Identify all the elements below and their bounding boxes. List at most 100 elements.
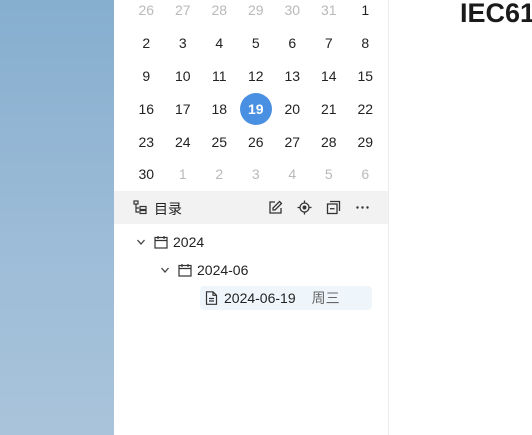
tree-item-file[interactable]: 2024-06-19 周三: [200, 286, 372, 310]
calendar-day[interactable]: 3: [238, 158, 275, 190]
calendar-day-number: 30: [138, 166, 155, 183]
calendar-day[interactable]: 13: [274, 60, 311, 92]
calendar-day[interactable]: 20: [274, 93, 311, 125]
calendar-day[interactable]: 24: [165, 126, 202, 158]
calendar-day[interactable]: 5: [238, 27, 275, 59]
calendar-day-number: 26: [247, 133, 264, 150]
calendar-day-number: 4: [215, 35, 224, 52]
calendar-day[interactable]: 5: [311, 158, 348, 190]
calendar-day[interactable]: 29: [347, 126, 384, 158]
calendar-day[interactable]: 2: [201, 158, 238, 190]
tree-item-month[interactable]: 2024-06: [158, 258, 248, 282]
calendar-day-number: 24: [174, 133, 191, 150]
calendar-day[interactable]: 25: [201, 126, 238, 158]
calendar-day[interactable]: 2: [128, 27, 165, 59]
calendar-week-row: 26 27 28 29 30 31 1: [128, 0, 388, 27]
calendar-week-row: 16 17 18 19 20 21 22: [128, 92, 388, 125]
calendar-day-number: 10: [174, 67, 191, 84]
calendar-day[interactable]: 9: [128, 60, 165, 92]
calendar-day-number: 28: [320, 133, 337, 150]
outline-icon: [132, 199, 149, 216]
calendar-week-row: 30 1 2 3 4 5 6: [128, 158, 388, 191]
calendar-day[interactable]: 6: [347, 158, 384, 190]
calendar-day[interactable]: 1: [165, 158, 202, 190]
calendar-day[interactable]: 8: [347, 27, 384, 59]
calendar-day-number: 9: [142, 67, 151, 84]
calendar-day[interactable]: 7: [311, 27, 348, 59]
calendar-day-number: 13: [284, 67, 301, 84]
calendar-day-number: 6: [361, 166, 370, 183]
edit-icon[interactable]: [267, 199, 284, 216]
calendar-day[interactable]: 12: [238, 60, 275, 92]
calendar-day[interactable]: 29: [238, 0, 275, 26]
calendar-day[interactable]: 18: [201, 93, 238, 125]
calendar-day[interactable]: 14: [311, 60, 348, 92]
calendar-day-number: 4: [288, 166, 297, 183]
calendar-day[interactable]: 31: [311, 0, 348, 26]
calendar-day-number: 6: [288, 35, 297, 52]
calendar-day-number: 21: [320, 100, 337, 117]
calendar-day[interactable]: 27: [165, 0, 202, 26]
calendar-day-number: 3: [251, 166, 260, 183]
calendar-day[interactable]: 17: [165, 93, 202, 125]
calendar-day-number: 1: [178, 166, 187, 183]
chevron-down-icon[interactable]: [134, 235, 148, 249]
calendar-day-number: 19: [239, 92, 272, 125]
calendar-day-number: 22: [357, 100, 374, 117]
calendar-day-number: 11: [211, 67, 227, 84]
calendar-day[interactable]: 30: [128, 158, 165, 190]
calendar-day[interactable]: 28: [311, 126, 348, 158]
calendar-day[interactable]: 26: [238, 126, 275, 158]
calendar-day[interactable]: 10: [165, 60, 202, 92]
document-title: IEC61: [460, 0, 532, 28]
calendar-icon: [178, 263, 192, 277]
more-icon[interactable]: [354, 199, 371, 216]
calendar-icon: [154, 235, 168, 249]
calendar-day-number: 12: [247, 67, 264, 84]
document-icon: [205, 291, 219, 305]
locate-icon[interactable]: [296, 199, 313, 216]
calendar-day-number: 23: [138, 133, 155, 150]
desktop-background: [0, 0, 114, 435]
calendar-day[interactable]: 11: [201, 60, 238, 92]
chevron-down-icon[interactable]: [158, 263, 172, 277]
calendar-day[interactable]: 6: [274, 27, 311, 59]
calendar-day[interactable]: 4: [274, 158, 311, 190]
calendar-day-number: 29: [247, 2, 264, 19]
calendar-day[interactable]: 22: [347, 93, 384, 125]
calendar-day[interactable]: 15: [347, 60, 384, 92]
tree-item-year[interactable]: 2024: [134, 230, 204, 254]
calendar-grid: 26 27 28 29 30 31 1 2 3 4 5 6 7 8 9 10 11 12 13 14 15 16 17 18 1…: [128, 0, 388, 191]
calendar-day[interactable]: 28: [201, 0, 238, 26]
calendar-day-today[interactable]: 19: [238, 92, 275, 125]
calendar-day[interactable]: 26: [128, 0, 165, 26]
calendar-day-number: 25: [211, 133, 228, 150]
calendar-day-number: 27: [174, 2, 191, 19]
calendar-day-number: 15: [357, 67, 374, 84]
calendar-day[interactable]: 1: [347, 0, 384, 26]
calendar-day-number: 31: [320, 2, 337, 19]
calendar-day-number: 7: [324, 35, 333, 52]
calendar-day[interactable]: 21: [311, 93, 348, 125]
calendar-day[interactable]: 23: [128, 126, 165, 158]
calendar-day[interactable]: 27: [274, 126, 311, 158]
tree-item-year-label: 2024: [173, 234, 205, 250]
calendar-day[interactable]: 16: [128, 93, 165, 125]
calendar-day-number: 27: [284, 133, 301, 150]
calendar-day-number: 5: [251, 35, 260, 52]
calendar-day-number: 1: [361, 2, 370, 19]
collapse-icon[interactable]: [325, 199, 342, 216]
calendar-day-number: 28: [211, 2, 228, 19]
calendar-day[interactable]: 4: [201, 27, 238, 59]
sidebar-panel: 26 27 28 29 30 31 1 2 3 4 5 6 7 8 9 10 11 12 13 14 15 16 17 18 1…: [114, 0, 389, 435]
calendar-day-number: 30: [284, 2, 301, 19]
calendar-day[interactable]: 3: [165, 27, 202, 59]
tree-item-month-label: 2024-06: [197, 262, 249, 278]
calendar-day-number: 14: [320, 67, 337, 84]
calendar-day-number: 2: [215, 166, 224, 183]
calendar-day[interactable]: 30: [274, 0, 311, 26]
calendar-day-number: 3: [178, 35, 187, 52]
calendar-day-number: 17: [174, 100, 191, 117]
outline-toolbar: 目录: [114, 191, 388, 224]
calendar-week-row: 23 24 25 26 27 28 29: [128, 125, 388, 158]
